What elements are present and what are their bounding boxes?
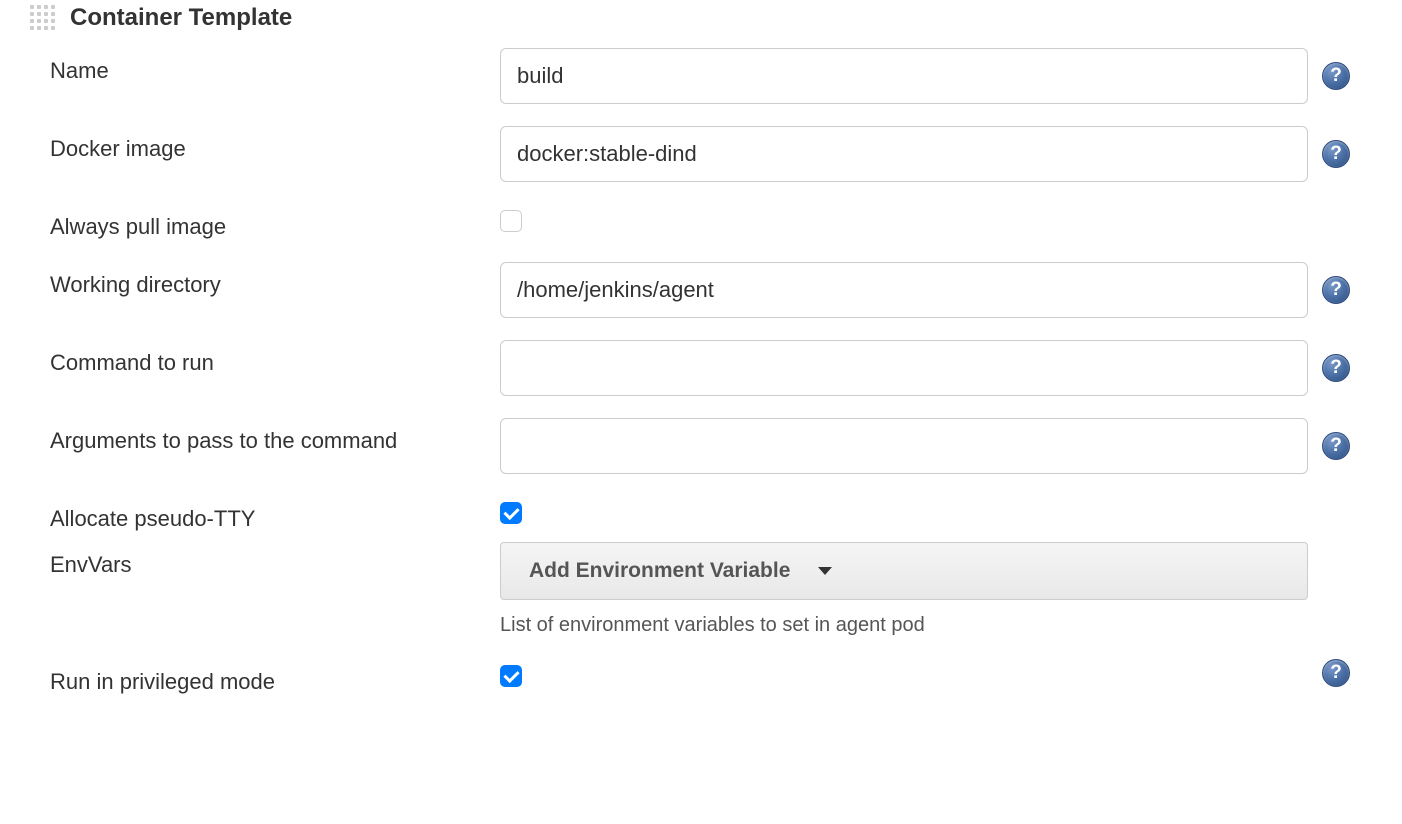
label-allocate-tty: Allocate pseudo-TTY [50,496,500,532]
label-envvars: EnvVars [50,542,500,578]
allocate-tty-checkbox[interactable] [500,502,522,524]
name-input[interactable] [500,48,1308,104]
always-pull-checkbox[interactable] [500,210,522,232]
section-header: Container Template [0,4,1402,48]
row-privileged: Run in privileged mode ? [0,659,1402,695]
row-arguments: Arguments to pass to the command ? [0,418,1402,474]
row-name: Name ? [0,48,1402,104]
label-arguments: Arguments to pass to the command [50,418,500,454]
row-command: Command to run ? [0,340,1402,396]
label-name: Name [50,48,500,84]
help-icon[interactable]: ? [1322,432,1350,460]
label-working-directory: Working directory [50,262,500,298]
add-env-var-button[interactable]: Add Environment Variable [500,542,1308,600]
container-template-section: Container Template Name ? Docker image ?… [0,0,1402,695]
help-icon[interactable]: ? [1322,276,1350,304]
row-docker-image: Docker image ? [0,126,1402,182]
drag-handle-icon[interactable] [30,5,56,31]
label-privileged: Run in privileged mode [50,659,500,695]
docker-image-input[interactable] [500,126,1308,182]
help-icon[interactable]: ? [1322,140,1350,168]
working-directory-input[interactable] [500,262,1308,318]
help-icon[interactable]: ? [1322,62,1350,90]
command-input[interactable] [500,340,1308,396]
section-title: Container Template [70,4,292,32]
label-command: Command to run [50,340,500,376]
privileged-checkbox[interactable] [500,665,522,687]
help-icon[interactable]: ? [1322,354,1350,382]
row-always-pull: Always pull image [0,204,1402,240]
envvars-hint: List of environment variables to set in … [500,614,1308,637]
chevron-down-icon [818,567,832,575]
help-icon[interactable]: ? [1322,659,1350,687]
label-always-pull: Always pull image [50,204,500,240]
row-envvars: EnvVars Add Environment Variable List of… [0,542,1402,637]
row-working-directory: Working directory ? [0,262,1402,318]
add-env-var-label: Add Environment Variable [529,559,790,583]
row-allocate-tty: Allocate pseudo-TTY [0,496,1402,532]
label-docker-image: Docker image [50,126,500,162]
arguments-input[interactable] [500,418,1308,474]
